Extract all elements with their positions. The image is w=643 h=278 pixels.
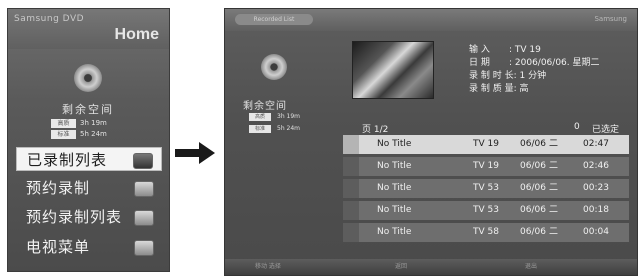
recording-title: No Title [377, 161, 412, 171]
menu-item-timer-record[interactable]: 预约录制 [16, 176, 162, 200]
list-item[interactable]: No Title TV 53 06/06 二 00:23 [343, 179, 629, 198]
recording-weekday: 二 [549, 183, 559, 193]
info-row-input: 输 入 : TV 19 [469, 44, 600, 57]
space-row-standard: 标准 5h 24m [51, 130, 107, 139]
home-menu-panel: Samsung DVD Home 剩余空间 高质 3h 19m 标准 5h 24m … [7, 8, 170, 272]
info-value: : 2006/06/06. 星期二 [509, 58, 600, 68]
info-value: : 1 分钟 [513, 71, 547, 81]
page-label: 页 [362, 125, 372, 135]
row-checkbox[interactable] [343, 157, 359, 176]
recording-title: No Title [377, 227, 412, 237]
row-checkbox[interactable] [343, 223, 359, 242]
space-row-standard: 标准 5h 24m [249, 125, 300, 134]
selected-label: 已选定 [592, 125, 620, 135]
recording-date: 06/06 [520, 139, 546, 149]
recording-duration: 00:23 [583, 183, 609, 193]
recording-channel: TV 53 [473, 205, 499, 215]
space-label: 标准 [51, 130, 76, 139]
home-title: Home [114, 26, 159, 43]
recording-weekday: 二 [549, 161, 559, 171]
recording-info: 输 入 : TV 19 日 期 : 2006/06/06. 星期二 录 制 时 长:… [469, 44, 600, 96]
info-value: : 高 [513, 84, 529, 94]
info-row-date: 日 期 : 2006/06/06. 星期二 [469, 57, 600, 70]
list-item[interactable]: No Title TV 19 06/06 二 02:47 [343, 135, 629, 154]
recording-channel: TV 19 [473, 161, 499, 171]
info-value: : TV 19 [509, 45, 541, 55]
page-value: 1/2 [373, 125, 389, 135]
bottom-hint-bar: 移动 选择 返回 退出 [225, 259, 637, 275]
menu-item-label: 预约录制列表 [26, 208, 123, 226]
remaining-space-title: 剩余空间 [62, 103, 114, 116]
info-row-quality: 录 制 质 量: 高 [469, 83, 600, 96]
preview-thumbnail [352, 41, 434, 99]
space-value: 5h 24m [277, 125, 301, 132]
recording-title: No Title [377, 205, 412, 215]
disc-icon [261, 54, 287, 80]
row-checkbox[interactable] [343, 135, 359, 154]
space-row-high: 高质 3h 19m [249, 113, 300, 122]
menu-item-label: 电视菜单 [26, 238, 91, 256]
recorded-list-panel: Recorded List Samsung 剩余空间 高质 3h 19m 标准 5h… [224, 8, 638, 276]
menu-item-timer-list[interactable]: 预约录制列表 [16, 205, 162, 229]
info-key: 录 制 质 量 [469, 84, 514, 94]
row-checkbox[interactable] [343, 201, 359, 220]
disc-icon [74, 64, 102, 92]
page-indicator: 页 1/2 0 已选定 [362, 122, 627, 135]
list-item[interactable]: No Title TV 19 06/06 二 02:46 [343, 157, 629, 176]
recording-list: No Title TV 19 06/06 二 02:47 No Title TV… [343, 135, 629, 245]
hint-move-select: 移动 选择 [255, 263, 281, 270]
list-item[interactable]: No Title TV 53 06/06 二 00:18 [343, 201, 629, 220]
recording-date: 06/06 [520, 205, 546, 215]
space-value: 3h 19m [277, 113, 301, 120]
info-key: 日 期 [469, 58, 490, 68]
recording-date: 06/06 [520, 183, 546, 193]
window-tag: Recorded List [235, 14, 313, 25]
page-number: 页 1/2 [362, 122, 388, 135]
space-label: 高质 [51, 119, 76, 128]
recording-duration: 00:04 [583, 227, 609, 237]
space-row-high: 高质 3h 19m [51, 119, 107, 128]
brand-logo: Samsung [594, 15, 627, 23]
remaining-space-title: 剩余空间 [243, 101, 287, 112]
recording-channel: TV 53 [473, 183, 499, 193]
recording-date: 06/06 [520, 161, 546, 171]
tv-menu-icon [134, 240, 154, 256]
info-key: 输 入 [469, 45, 490, 55]
menu-item-label: 预约录制 [26, 179, 91, 197]
recording-weekday: 二 [549, 139, 559, 149]
menu-item-label: 已录制列表 [27, 151, 108, 169]
space-label: 标准 [249, 125, 271, 133]
brand-logo: Samsung DVD [14, 14, 85, 24]
recording-channel: TV 19 [473, 139, 499, 149]
space-value: 3h 19m [80, 119, 107, 127]
right-arrow-icon [175, 142, 215, 164]
recording-title: No Title [377, 139, 412, 149]
recording-duration: 02:46 [583, 161, 609, 171]
space-label: 高质 [249, 113, 271, 121]
info-key: 录 制 时 长 [469, 71, 514, 81]
recorded-list-icon [133, 153, 153, 169]
recording-weekday: 二 [549, 205, 559, 215]
menu-item-tv-menu[interactable]: 电视菜单 [16, 235, 162, 259]
space-value: 5h 24m [80, 130, 107, 138]
recording-channel: TV 58 [473, 227, 499, 237]
row-checkbox[interactable] [343, 179, 359, 198]
recording-weekday: 二 [549, 227, 559, 237]
recording-duration: 00:18 [583, 205, 609, 215]
timer-record-icon [134, 181, 154, 197]
list-item[interactable]: No Title TV 58 06/06 二 00:04 [343, 223, 629, 242]
hint-exit: 退出 [525, 263, 538, 270]
selected-count: 0 [574, 122, 580, 132]
menu-item-recorded-list[interactable]: 已录制列表 [16, 147, 162, 171]
recording-title: No Title [377, 183, 412, 193]
info-row-duration: 录 制 时 长: 1 分钟 [469, 70, 600, 83]
recording-duration: 02:47 [583, 139, 609, 149]
hint-return: 返回 [395, 263, 408, 270]
timer-list-icon [134, 210, 154, 226]
recording-date: 06/06 [520, 227, 546, 237]
